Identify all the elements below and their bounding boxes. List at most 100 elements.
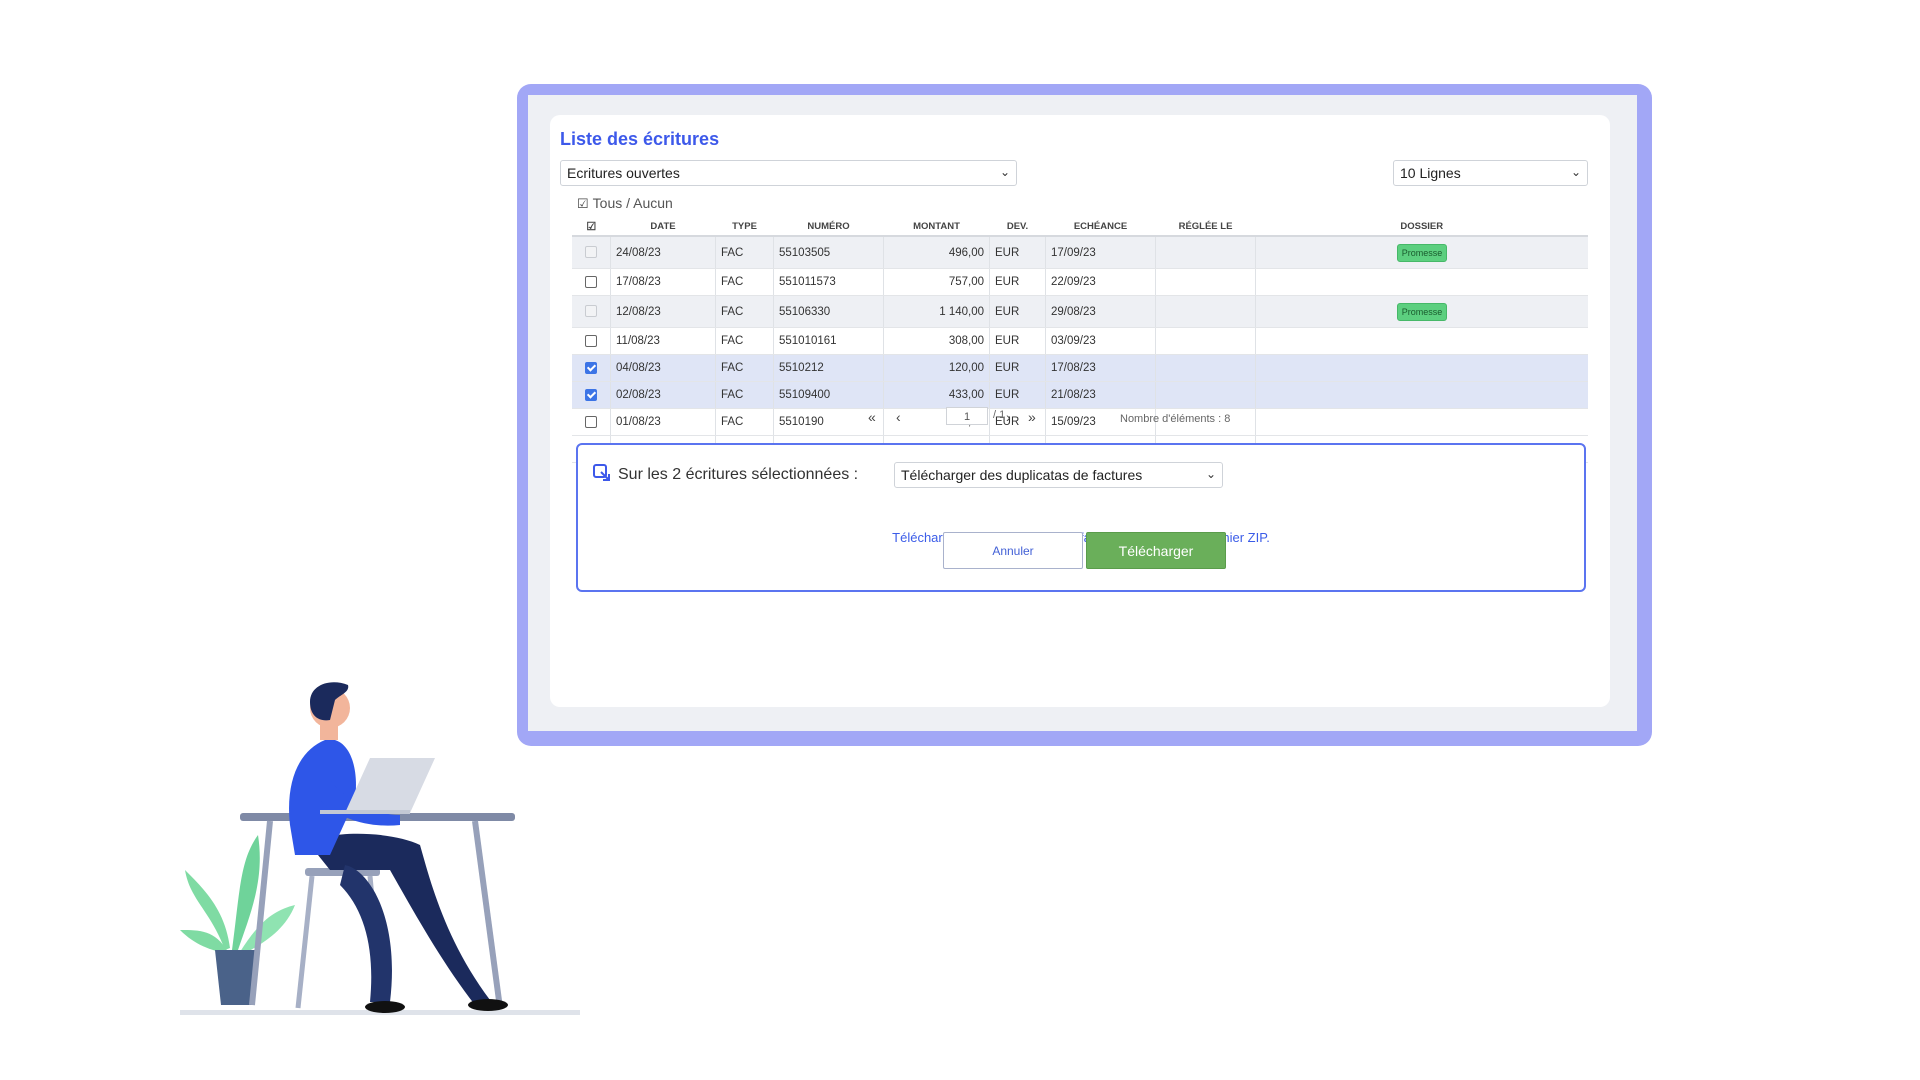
cell-reglee bbox=[1155, 295, 1256, 328]
bulk-action-select[interactable]: Télécharger des duplicatas de factures ⌄ bbox=[894, 462, 1223, 488]
header-select-icon[interactable]: ☑ bbox=[572, 217, 611, 237]
row-checkbox[interactable] bbox=[585, 388, 597, 401]
cell-dev: EUR bbox=[989, 268, 1046, 296]
app-background: Liste des écritures Ecritures ouvertes ⌄… bbox=[528, 95, 1637, 731]
row-checkbox bbox=[585, 305, 597, 318]
cell-echeance: 22/09/23 bbox=[1045, 268, 1156, 296]
cell-montant: 308,00 bbox=[883, 327, 990, 355]
cell-numero: 551011573 bbox=[773, 268, 884, 296]
row-select-cell bbox=[572, 354, 611, 382]
table-row[interactable]: 17/08/23 FAC 551011573 757,00 EUR 22/09/23 bbox=[572, 268, 1588, 296]
cell-dev: EUR bbox=[989, 327, 1046, 355]
cell-numero: 55103505 bbox=[773, 236, 884, 269]
column-header-type[interactable]: TYPE bbox=[715, 217, 774, 237]
cell-montant: 120,00 bbox=[883, 354, 990, 382]
cell-reglee bbox=[1155, 354, 1256, 382]
table-header-row: ☑ DATE TYPE NUMÉRO MONTANT DEV. ECHÉANCE… bbox=[572, 217, 1588, 237]
cell-type: FAC bbox=[715, 354, 774, 382]
first-page-icon[interactable]: « bbox=[868, 409, 876, 425]
cell-numero: 55106330 bbox=[773, 295, 884, 328]
entries-card: Liste des écritures Ecritures ouvertes ⌄… bbox=[550, 115, 1610, 707]
page-total: / 1 bbox=[993, 409, 1006, 421]
column-header-dossier[interactable]: DOSSIER bbox=[1255, 217, 1588, 237]
cell-type: FAC bbox=[715, 327, 774, 355]
cell-type: FAC bbox=[715, 236, 774, 269]
chevron-down-icon: ⌄ bbox=[1570, 165, 1581, 179]
cell-type: FAC bbox=[715, 268, 774, 296]
checkbox-checked-icon: ☑ bbox=[577, 196, 589, 211]
column-header-numero[interactable]: NUMÉRO bbox=[773, 217, 884, 237]
cell-date: 04/08/23 bbox=[610, 354, 716, 382]
column-header-dev[interactable]: DEV. bbox=[989, 217, 1046, 237]
person-at-desk-illustration bbox=[180, 682, 580, 1015]
cell-dossier bbox=[1255, 268, 1588, 296]
cell-type: FAC bbox=[715, 295, 774, 328]
cell-date: 11/08/23 bbox=[610, 327, 716, 355]
table-row[interactable]: 24/08/23 FAC 55103505 496,00 EUR 17/09/23 Prom… bbox=[572, 236, 1588, 269]
row-checkbox bbox=[585, 246, 597, 259]
cell-numero: 551010161 bbox=[773, 327, 884, 355]
table-row[interactable]: 12/08/23 FAC 55106330 1 140,00 EUR 29/08/23 Pr… bbox=[572, 295, 1588, 328]
page-number-input[interactable]: 1 bbox=[946, 407, 988, 425]
person-illustration bbox=[289, 682, 508, 1013]
column-header-montant[interactable]: MONTANT bbox=[883, 217, 990, 237]
cell-dev: EUR bbox=[989, 354, 1046, 382]
column-header-date[interactable]: DATE bbox=[610, 217, 716, 237]
table-row[interactable]: 04/08/23 FAC 5510212 120,00 EUR 17/08/23 bbox=[572, 354, 1588, 382]
chevron-down-icon: ⌄ bbox=[1205, 467, 1216, 481]
last-page-icon[interactable]: » bbox=[1028, 409, 1036, 425]
cell-echeance: 17/08/23 bbox=[1045, 354, 1156, 382]
row-select-cell bbox=[572, 295, 611, 328]
cell-montant: 1 140,00 bbox=[883, 295, 990, 328]
status-filter-value: Ecritures ouvertes bbox=[567, 165, 680, 181]
row-checkbox[interactable] bbox=[585, 334, 597, 347]
bulk-action-label: Sur les 2 écritures sélectionnées : bbox=[618, 466, 859, 483]
next-page-icon[interactable]: › bbox=[1006, 409, 1011, 425]
cell-echeance: 29/08/23 bbox=[1045, 295, 1156, 328]
download-button[interactable]: Télécharger bbox=[1086, 532, 1226, 569]
row-select-cell bbox=[572, 268, 611, 296]
app-frame: Liste des écritures Ecritures ouvertes ⌄… bbox=[517, 84, 1652, 746]
bulk-action-panel: Sur les 2 écritures sélectionnées : Télé… bbox=[576, 443, 1586, 592]
cell-numero: 5510212 bbox=[773, 354, 884, 382]
cell-reglee bbox=[1155, 236, 1256, 269]
lines-per-page-select[interactable]: 10 Lignes ⌄ bbox=[1393, 160, 1588, 186]
column-header-reglee[interactable]: RÉGLÉE LE bbox=[1155, 217, 1256, 237]
cell-dev: EUR bbox=[989, 236, 1046, 269]
cell-dev: EUR bbox=[989, 295, 1046, 328]
cell-reglee bbox=[1155, 268, 1256, 296]
cell-dossier bbox=[1255, 327, 1588, 355]
cell-montant: 757,00 bbox=[883, 268, 990, 296]
select-all-label: Tous / Aucun bbox=[592, 195, 673, 211]
status-badge: Promesse bbox=[1396, 243, 1448, 262]
cell-dossier: Promesse bbox=[1255, 236, 1588, 269]
table-row[interactable]: 11/08/23 FAC 551010161 308,00 EUR 03/09/23 bbox=[572, 327, 1588, 355]
chevron-down-icon: ⌄ bbox=[999, 165, 1010, 179]
row-checkbox[interactable] bbox=[585, 361, 597, 374]
cell-dossier: Promesse bbox=[1255, 295, 1588, 328]
cell-date: 24/08/23 bbox=[610, 236, 716, 269]
row-select-cell bbox=[572, 236, 611, 269]
row-select-cell bbox=[572, 327, 611, 355]
bulk-action-icon bbox=[593, 464, 610, 481]
status-filter-select[interactable]: Ecritures ouvertes ⌄ bbox=[560, 160, 1017, 186]
pagination: « ‹ 1 / 1 › » Nombre d'éléments : 8 bbox=[550, 405, 1610, 429]
element-count: Nombre d'éléments : 8 bbox=[1120, 413, 1231, 425]
cell-montant: 496,00 bbox=[883, 236, 990, 269]
lines-per-page-value: 10 Lignes bbox=[1400, 165, 1461, 181]
bulk-action-value: Télécharger des duplicatas de factures bbox=[901, 467, 1143, 483]
row-checkbox[interactable] bbox=[585, 275, 597, 288]
cell-dossier bbox=[1255, 354, 1588, 382]
cancel-button[interactable]: Annuler bbox=[943, 532, 1083, 569]
cell-echeance: 17/09/23 bbox=[1045, 236, 1156, 269]
status-badge: Promesse bbox=[1396, 302, 1448, 321]
page-title: Liste des écritures bbox=[560, 129, 720, 149]
plant-illustration bbox=[180, 835, 295, 1005]
column-header-echeance[interactable]: ECHÉANCE bbox=[1045, 217, 1156, 237]
cell-date: 12/08/23 bbox=[610, 295, 716, 328]
cell-date: 17/08/23 bbox=[610, 268, 716, 296]
select-all-toggle[interactable]: ☑ Tous / Aucun bbox=[577, 195, 673, 212]
prev-page-icon[interactable]: ‹ bbox=[896, 409, 901, 425]
cell-reglee bbox=[1155, 327, 1256, 355]
cell-echeance: 03/09/23 bbox=[1045, 327, 1156, 355]
